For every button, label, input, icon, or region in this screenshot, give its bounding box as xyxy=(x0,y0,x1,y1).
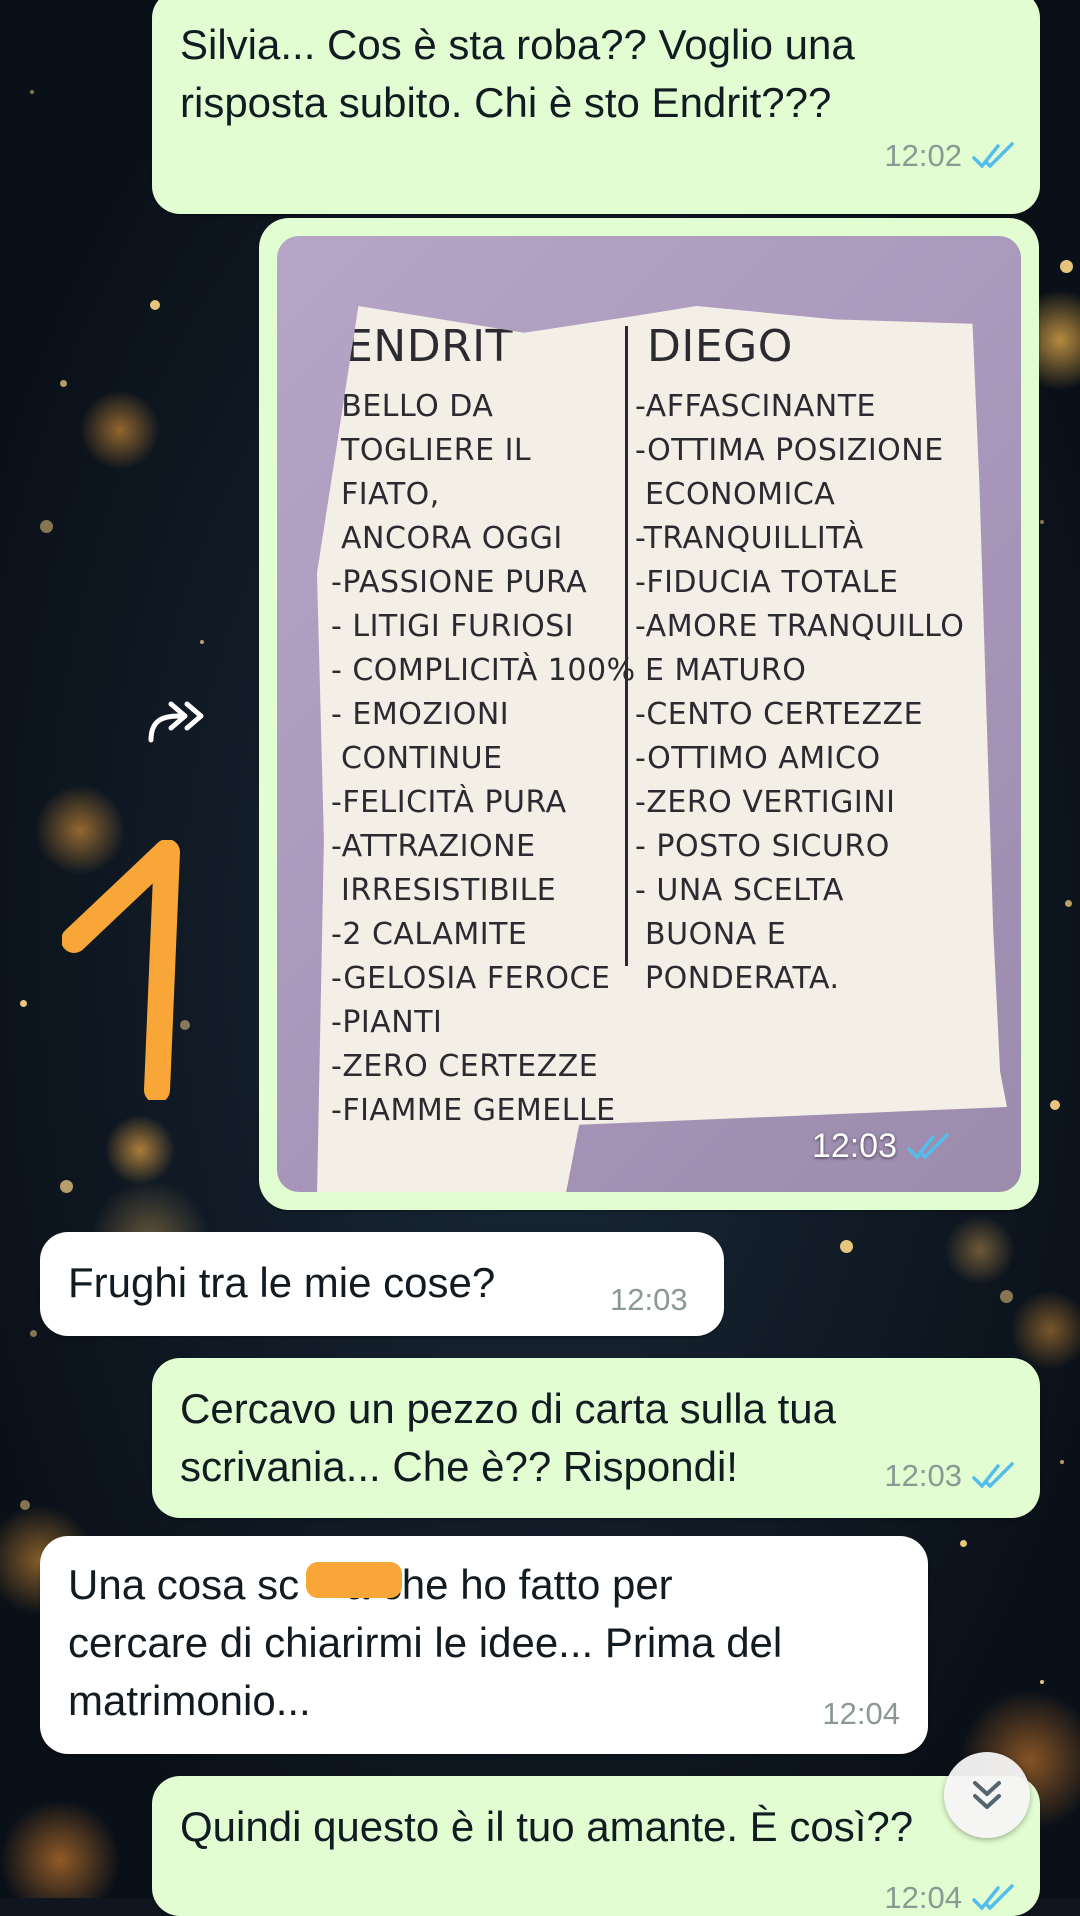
message-bubble-outgoing[interactable]: Silvia... Cos è sta roba?? Voglio una ri… xyxy=(152,0,1040,214)
message-bubble-incoming[interactable]: Frughi tra le mie cose? 12:03 xyxy=(40,1232,724,1336)
double-check-icon xyxy=(972,1462,1014,1489)
sparkle xyxy=(30,90,34,94)
message-time: 12:03 xyxy=(610,1282,688,1317)
message-text: Una cosa sc a che ho fatto per cercare d… xyxy=(68,1556,782,1730)
note-item: FIATO, xyxy=(331,477,440,512)
note-item: -2 CALAMITE xyxy=(331,917,528,952)
message-line: risposta subito. Chi è sto Endrit??? xyxy=(180,79,832,126)
note-item: -BELLO DA xyxy=(331,389,494,424)
sparkle xyxy=(1000,1290,1013,1303)
note-item: PONDERATA. xyxy=(635,961,840,996)
message-line: scrivania... Che è?? Rispondi! xyxy=(180,1443,738,1490)
note-left-list: -BELLO DA TOGLIERE IL FIATO, ANCORA OGGI… xyxy=(331,386,636,1134)
message-text: Cercavo un pezzo di carta sulla tua scri… xyxy=(180,1380,836,1496)
image-meta: 12:03 xyxy=(812,1127,951,1166)
note-item: -FIDUCIA TOTALE xyxy=(635,565,899,600)
sparkle xyxy=(1060,1460,1064,1464)
note-item: E MATURO xyxy=(635,653,807,688)
message-meta: 12:02 xyxy=(884,138,1016,174)
sparkle xyxy=(1040,1680,1044,1684)
message-time: 12:03 xyxy=(884,1458,962,1493)
note-item: -ZERO VERTIGINI xyxy=(635,785,896,820)
message-line: Una cosa sc a che ho fatto per xyxy=(68,1561,673,1608)
message-text: Frughi tra le mie cose? xyxy=(68,1254,495,1312)
message-meta: 12:03 xyxy=(610,1282,688,1318)
note-item: - POSTO SICURO xyxy=(635,829,890,864)
note-item: -ZERO CERTEZZE xyxy=(331,1049,599,1084)
note-item: -OTTIMO AMICO xyxy=(635,741,881,776)
message-bubble-incoming[interactable]: Una cosa sc a che ho fatto per cercare d… xyxy=(40,1536,928,1754)
sparkle xyxy=(60,380,67,387)
note-item: -ATTRAZIONE xyxy=(331,829,536,864)
note-item: -GELOSIA FEROCE xyxy=(331,961,611,996)
note-right-list: -AFFASCINANTE -OTTIMA POSIZIONE ECONOMICA… xyxy=(635,386,964,1002)
note-left-title: ENDRIT xyxy=(345,321,514,372)
message-line: Frughi tra le mie cose? xyxy=(68,1259,496,1306)
message-time: 12:02 xyxy=(884,138,962,173)
message-time: 12:04 xyxy=(884,1880,962,1915)
note-item: -PASSIONE PURA xyxy=(331,565,588,600)
message-line: Quindi questo è il tuo amante. È così?? xyxy=(180,1803,914,1850)
sparkle xyxy=(1050,1100,1060,1110)
redaction-mark xyxy=(306,1562,402,1598)
message-meta: 12:04 xyxy=(822,1696,900,1732)
note-item: -OTTIMA POSIZIONE xyxy=(635,433,944,468)
note-item: BUONA E xyxy=(635,917,787,952)
sparkle xyxy=(1060,260,1073,273)
message-bubble-outgoing[interactable]: Quindi questo è il tuo amante. È così?? … xyxy=(152,1776,1040,1916)
handwritten-note: ENDRIT -BELLO DA TOGLIERE IL FIATO, ANCO… xyxy=(317,306,1007,1192)
highlight-number-one-mark xyxy=(62,840,180,1100)
message-photo[interactable]: ENDRIT -BELLO DA TOGLIERE IL FIATO, ANCO… xyxy=(277,236,1021,1192)
note-item: - LITIGI FURIOSI xyxy=(331,609,575,644)
note-item: - UNA SCELTA xyxy=(635,873,844,908)
note-item: - COMPLICITÀ 100% xyxy=(331,653,636,688)
sparkle xyxy=(30,1330,37,1337)
sparkle xyxy=(40,520,53,533)
sparkle xyxy=(960,1540,967,1547)
message-text: Quindi questo è il tuo amante. È così?? xyxy=(180,1798,913,1856)
note-item: -CENTO CERTEZZE xyxy=(635,697,924,732)
double-check-icon xyxy=(972,1884,1014,1911)
sparkle xyxy=(840,1240,853,1253)
scroll-down-button[interactable] xyxy=(944,1752,1030,1838)
message-line: matrimonio... xyxy=(68,1677,311,1724)
note-item: CONTINUE xyxy=(331,741,503,776)
message-meta: 12:04 xyxy=(884,1880,1016,1916)
note-item: ECONOMICA xyxy=(635,477,836,512)
message-meta: 12:03 xyxy=(884,1458,1016,1494)
sparkle xyxy=(1040,520,1044,524)
double-check-icon xyxy=(972,142,1014,169)
message-text: Silvia... Cos è sta roba?? Voglio una ri… xyxy=(180,16,855,132)
message-bubble-outgoing[interactable]: Cercavo un pezzo di carta sulla tua scri… xyxy=(152,1358,1040,1518)
sparkle xyxy=(150,300,160,310)
message-time: 12:04 xyxy=(822,1696,900,1731)
note-item: -AFFASCINANTE xyxy=(635,389,876,424)
note-item: IRRESISTIBILE xyxy=(331,873,557,908)
sparkle xyxy=(20,1000,27,1007)
sparkle xyxy=(60,1180,73,1193)
sparkle xyxy=(1065,900,1072,907)
note-item: -TRANQUILLITÀ xyxy=(635,521,864,556)
sparkle xyxy=(20,1500,30,1510)
sparkle xyxy=(200,640,204,644)
note-item: -FIAMME GEMELLE xyxy=(331,1093,616,1128)
note-item: TOGLIERE IL xyxy=(331,433,532,468)
double-check-icon xyxy=(907,1132,949,1160)
note-item: -PIANTI xyxy=(331,1005,443,1040)
forward-icon[interactable] xyxy=(145,696,215,748)
note-item: -FELICITÀ PURA xyxy=(331,785,567,820)
note-item: -AMORE TRANQUILLO xyxy=(635,609,965,644)
note-right-title: DIEGO xyxy=(647,321,793,372)
image-message-bubble[interactable]: ENDRIT -BELLO DA TOGLIERE IL FIATO, ANCO… xyxy=(259,218,1039,1210)
note-item: ANCORA OGGI xyxy=(331,521,563,556)
message-line: Cercavo un pezzo di carta sulla tua xyxy=(180,1385,837,1432)
message-line: cercare di chiarirmi le idee... Prima de… xyxy=(68,1619,783,1666)
message-time: 12:03 xyxy=(811,1127,897,1165)
message-line: Silvia... Cos è sta roba?? Voglio una xyxy=(180,21,855,68)
scroll-down-icon xyxy=(973,1781,1001,1809)
note-item: - EMOZIONI xyxy=(331,697,510,732)
